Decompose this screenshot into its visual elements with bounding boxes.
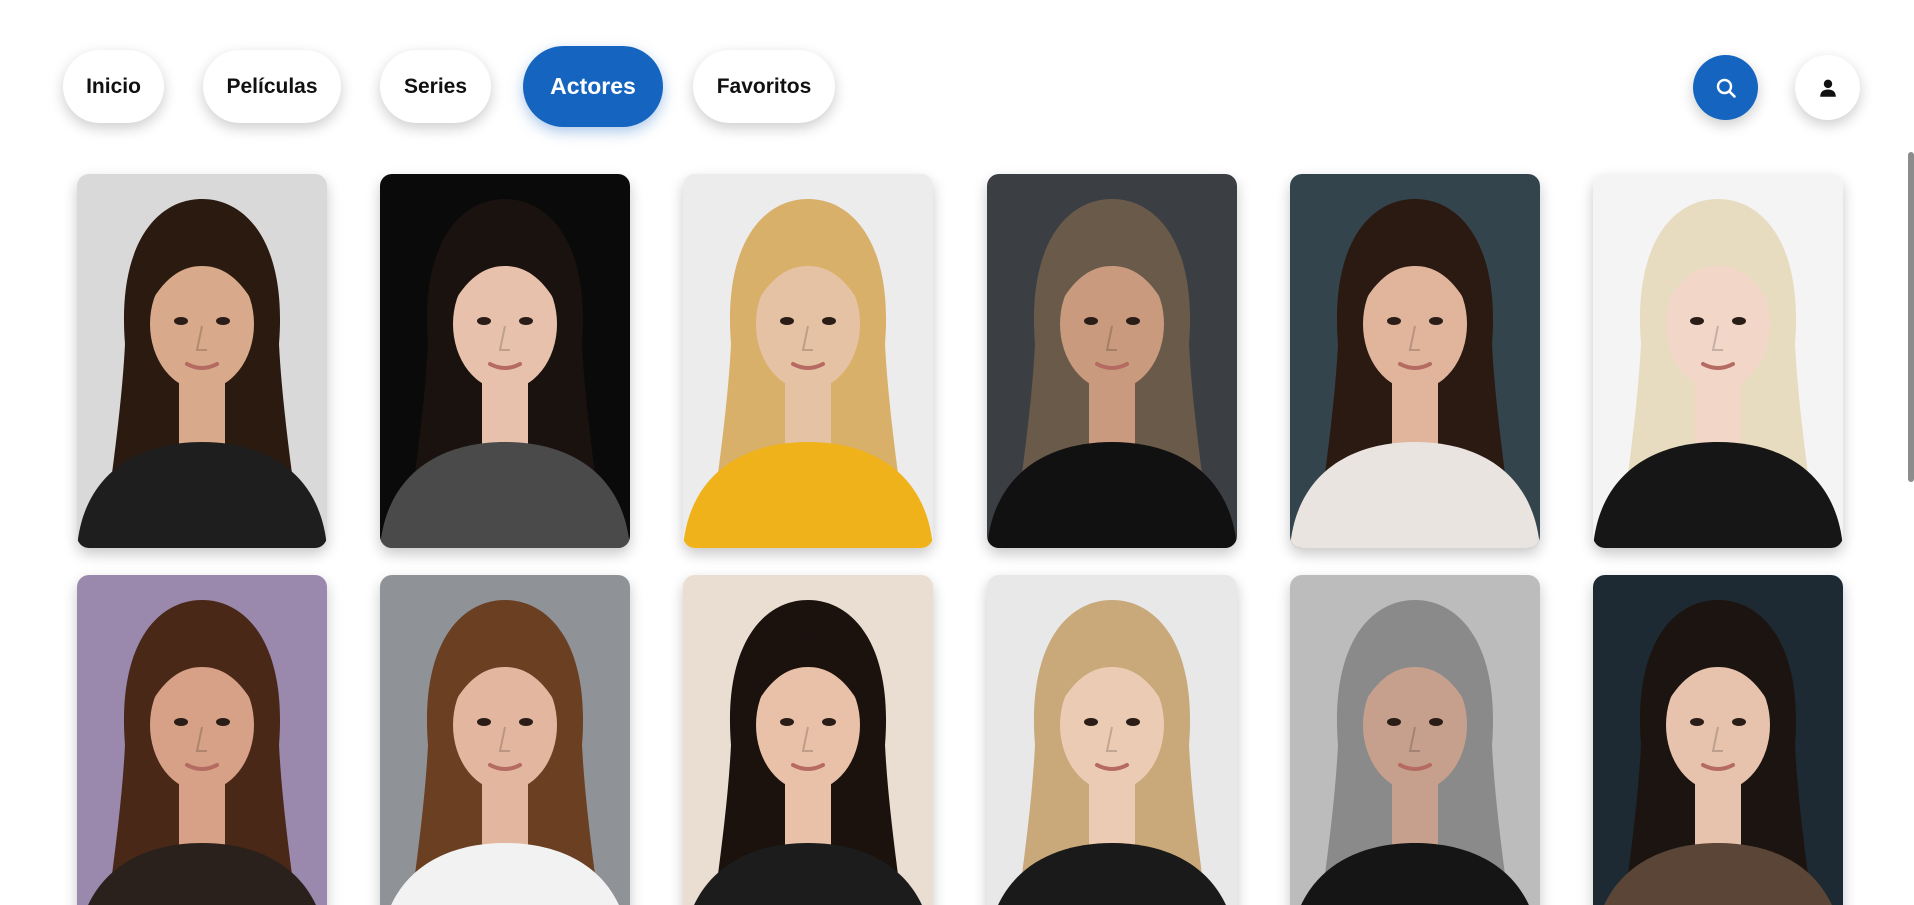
actor-card[interactable] — [683, 174, 933, 548]
actor-card[interactable] — [1290, 575, 1540, 905]
scrollbar[interactable] — [1900, 0, 1914, 905]
actor-card[interactable] — [1593, 174, 1843, 548]
scrollbar-thumb[interactable] — [1908, 152, 1914, 482]
actors-page: Inicio Películas Series Actores Favorito… — [0, 0, 1914, 905]
actors-grid — [0, 0, 1900, 905]
actor-card[interactable] — [77, 575, 327, 905]
actor-card[interactable] — [77, 174, 327, 548]
actor-card[interactable] — [380, 174, 630, 548]
actor-card[interactable] — [1593, 575, 1843, 905]
actor-photo — [1290, 575, 1540, 905]
actor-photo — [987, 174, 1237, 548]
actor-card[interactable] — [987, 575, 1237, 905]
actor-card[interactable] — [683, 575, 933, 905]
actor-card[interactable] — [380, 575, 630, 905]
actor-card[interactable] — [1290, 174, 1540, 548]
actor-photo — [77, 575, 327, 905]
actor-photo — [1290, 174, 1540, 548]
actor-photo — [1593, 575, 1843, 905]
actor-photo — [683, 575, 933, 905]
actor-photo — [77, 174, 327, 548]
actor-photo — [987, 575, 1237, 905]
actor-photo — [683, 174, 933, 548]
actor-card[interactable] — [987, 174, 1237, 548]
actor-photo — [1593, 174, 1843, 548]
actor-photo — [380, 575, 630, 905]
actor-photo — [380, 174, 630, 548]
